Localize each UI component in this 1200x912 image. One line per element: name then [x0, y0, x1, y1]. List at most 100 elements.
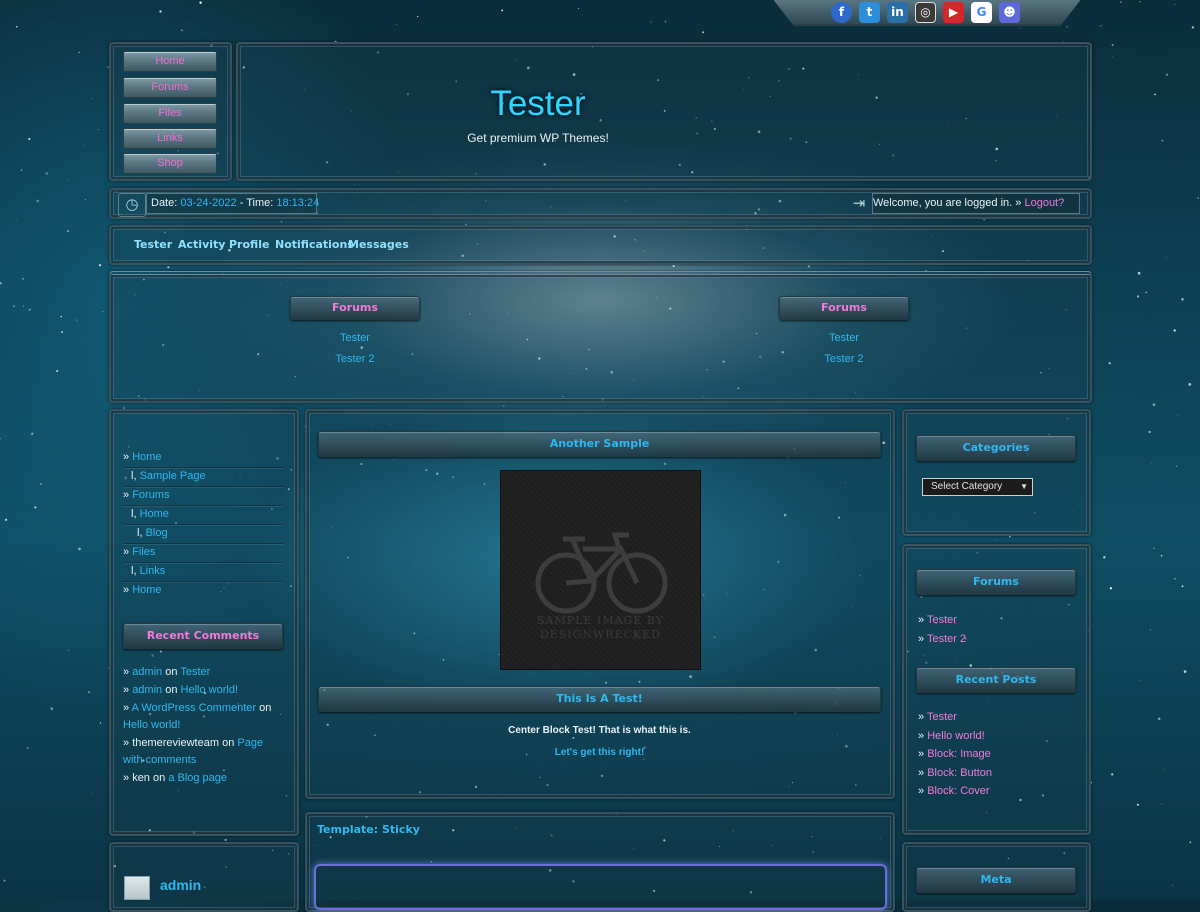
left-menu-item[interactable]: » Forums [123, 487, 283, 506]
forums-block-left-title: Forums [290, 296, 420, 320]
bullet: » [123, 584, 130, 596]
category-select-value: Select Category [931, 481, 1003, 492]
menu-link[interactable]: Home [132, 451, 161, 463]
post-link[interactable]: Block: Button [927, 767, 992, 779]
image-caption-line-2: DESIGNWRECKED [539, 628, 662, 641]
menu-link[interactable]: Sample Page [140, 470, 206, 482]
logout-link[interactable]: Logout? [1024, 197, 1064, 209]
discord-icon[interactable]: ☻ [999, 2, 1020, 23]
menu-link[interactable]: Home [140, 508, 169, 520]
top-nav-activity[interactable]: Activity [178, 238, 225, 251]
side-nav-files[interactable]: Files [123, 103, 217, 124]
bullet: » [123, 451, 130, 463]
side-nav-shop[interactable]: Shop [123, 153, 217, 174]
recent-comments-list: » admin on Tester » admin on Hello world… [123, 664, 283, 787]
date-time-separator: - [239, 197, 244, 209]
welcome-text: Welcome, you are logged in. [873, 197, 1013, 209]
forums-block-left-item-2[interactable]: Tester 2 [290, 353, 420, 365]
side-nav-home[interactable]: Home [123, 51, 217, 72]
bullet: » [123, 489, 130, 501]
category-select[interactable]: Select Category ▼ [922, 478, 1033, 496]
forum-link[interactable]: Tester [927, 614, 957, 626]
list-item[interactable]: » Tester [918, 708, 992, 727]
menu-link[interactable]: Files [132, 546, 155, 558]
comment-author: themereviewteam [132, 737, 220, 749]
left-menu-item[interactable]: l, Home [123, 506, 283, 525]
comment-on: on [165, 684, 178, 696]
top-nav-tester[interactable]: Tester [134, 238, 172, 251]
instagram-icon[interactable]: ◎ [915, 2, 936, 23]
list-item[interactable]: » Tester 2 [918, 630, 966, 649]
menu-link[interactable]: Forums [132, 489, 169, 501]
another-sample-title: Another Sample [318, 431, 881, 457]
left-menu-item[interactable]: » Files [123, 544, 283, 563]
menu-link[interactable]: Home [132, 584, 161, 596]
forum-link[interactable]: Tester 2 [927, 633, 966, 645]
recent-comments-title: Recent Comments [123, 623, 283, 649]
forums-block-right-item-2[interactable]: Tester 2 [779, 353, 909, 365]
top-nav-notifications[interactable]: Notifications [275, 238, 354, 251]
left-menu-item[interactable]: » Home [123, 449, 283, 468]
comment-post[interactable]: Tester [180, 666, 210, 678]
linkedin-icon[interactable]: in [887, 2, 908, 23]
bullet: l, [131, 508, 137, 520]
forums-block-right-title: Forums [779, 296, 909, 320]
recent-comment: » A WordPress Commenter on Hello world! [123, 702, 272, 731]
right-forums-list: » Tester » Tester 2 [918, 611, 966, 649]
logout-arrow: » [1015, 197, 1022, 209]
bullet: l, [137, 527, 143, 539]
list-item[interactable]: » Block: Image [918, 745, 992, 764]
time-label: Time: [246, 197, 274, 209]
list-item[interactable]: » Block: Cover [918, 782, 992, 801]
comment-post[interactable]: a Blog page [168, 772, 227, 784]
header-panel [236, 42, 1092, 181]
list-item[interactable]: » Block: Button [918, 764, 992, 783]
comment-post[interactable]: Hello world! [123, 719, 180, 731]
top-nav-messages[interactable]: Messages [348, 238, 409, 251]
twitter-icon[interactable]: t [859, 2, 880, 23]
top-nav-profile[interactable]: Profile [229, 238, 269, 251]
recent-comment: » admin on Hello world! [123, 684, 238, 696]
left-menu: » Home l, Sample Page » Forums l, Home l… [123, 449, 283, 601]
menu-link[interactable]: Blog [146, 527, 168, 539]
right-forums-title: Forums [916, 569, 1076, 595]
side-nav-forums[interactable]: Forums [123, 77, 217, 98]
categories-panel [902, 409, 1091, 536]
left-menu-item[interactable]: » Home [123, 582, 283, 601]
bullet: l, [131, 565, 137, 577]
side-nav-links[interactable]: Links [123, 128, 217, 149]
user-name[interactable]: admin [160, 877, 201, 893]
meta-title: Meta [916, 867, 1076, 893]
sticky-post-title[interactable]: Template: Sticky [317, 823, 420, 836]
comment-author[interactable]: admin [132, 666, 162, 678]
recent-posts-list: » Tester » Hello world! » Block: Image »… [918, 708, 992, 801]
comment-post[interactable]: Hello world! [181, 684, 238, 696]
sample-image: SAMPLE IMAGE BY DESIGNWRECKED [500, 470, 701, 670]
center-block-link[interactable]: Let's get this right! [318, 747, 881, 758]
site-title[interactable]: Tester [438, 84, 638, 124]
youtube-icon[interactable]: ▶ [943, 2, 964, 23]
post-link[interactable]: Hello world! [927, 730, 984, 742]
comment-author: ken [132, 772, 150, 784]
list-item[interactable]: » Tester [918, 611, 966, 630]
post-link[interactable]: Tester [927, 711, 957, 723]
comment-on: on [153, 772, 166, 784]
comment-on: on [259, 702, 272, 714]
comment-author[interactable]: A WordPress Commenter [132, 702, 257, 714]
left-menu-item[interactable]: l, Sample Page [123, 468, 283, 487]
comment-on: on [222, 737, 235, 749]
comment-author[interactable]: admin [132, 684, 162, 696]
google-icon[interactable]: G [971, 2, 992, 23]
recent-comment: » ken on a Blog page [123, 772, 228, 784]
forums-banner-panel [109, 271, 1092, 403]
facebook-icon[interactable]: f [831, 2, 852, 23]
post-link[interactable]: Block: Image [927, 748, 991, 760]
post-link[interactable]: Block: Cover [927, 785, 989, 797]
menu-link[interactable]: Links [140, 565, 166, 577]
list-item[interactable]: » Hello world! [918, 727, 992, 746]
forums-block-right-item-1[interactable]: Tester [779, 332, 909, 344]
forums-block-left-item-1[interactable]: Tester [290, 332, 420, 344]
left-menu-item[interactable]: l, Links [123, 563, 283, 582]
left-menu-item[interactable]: l, Blog [123, 525, 283, 544]
date-time-box: Date: 03-24-2022 - Time: 18:13:24 [146, 193, 319, 214]
